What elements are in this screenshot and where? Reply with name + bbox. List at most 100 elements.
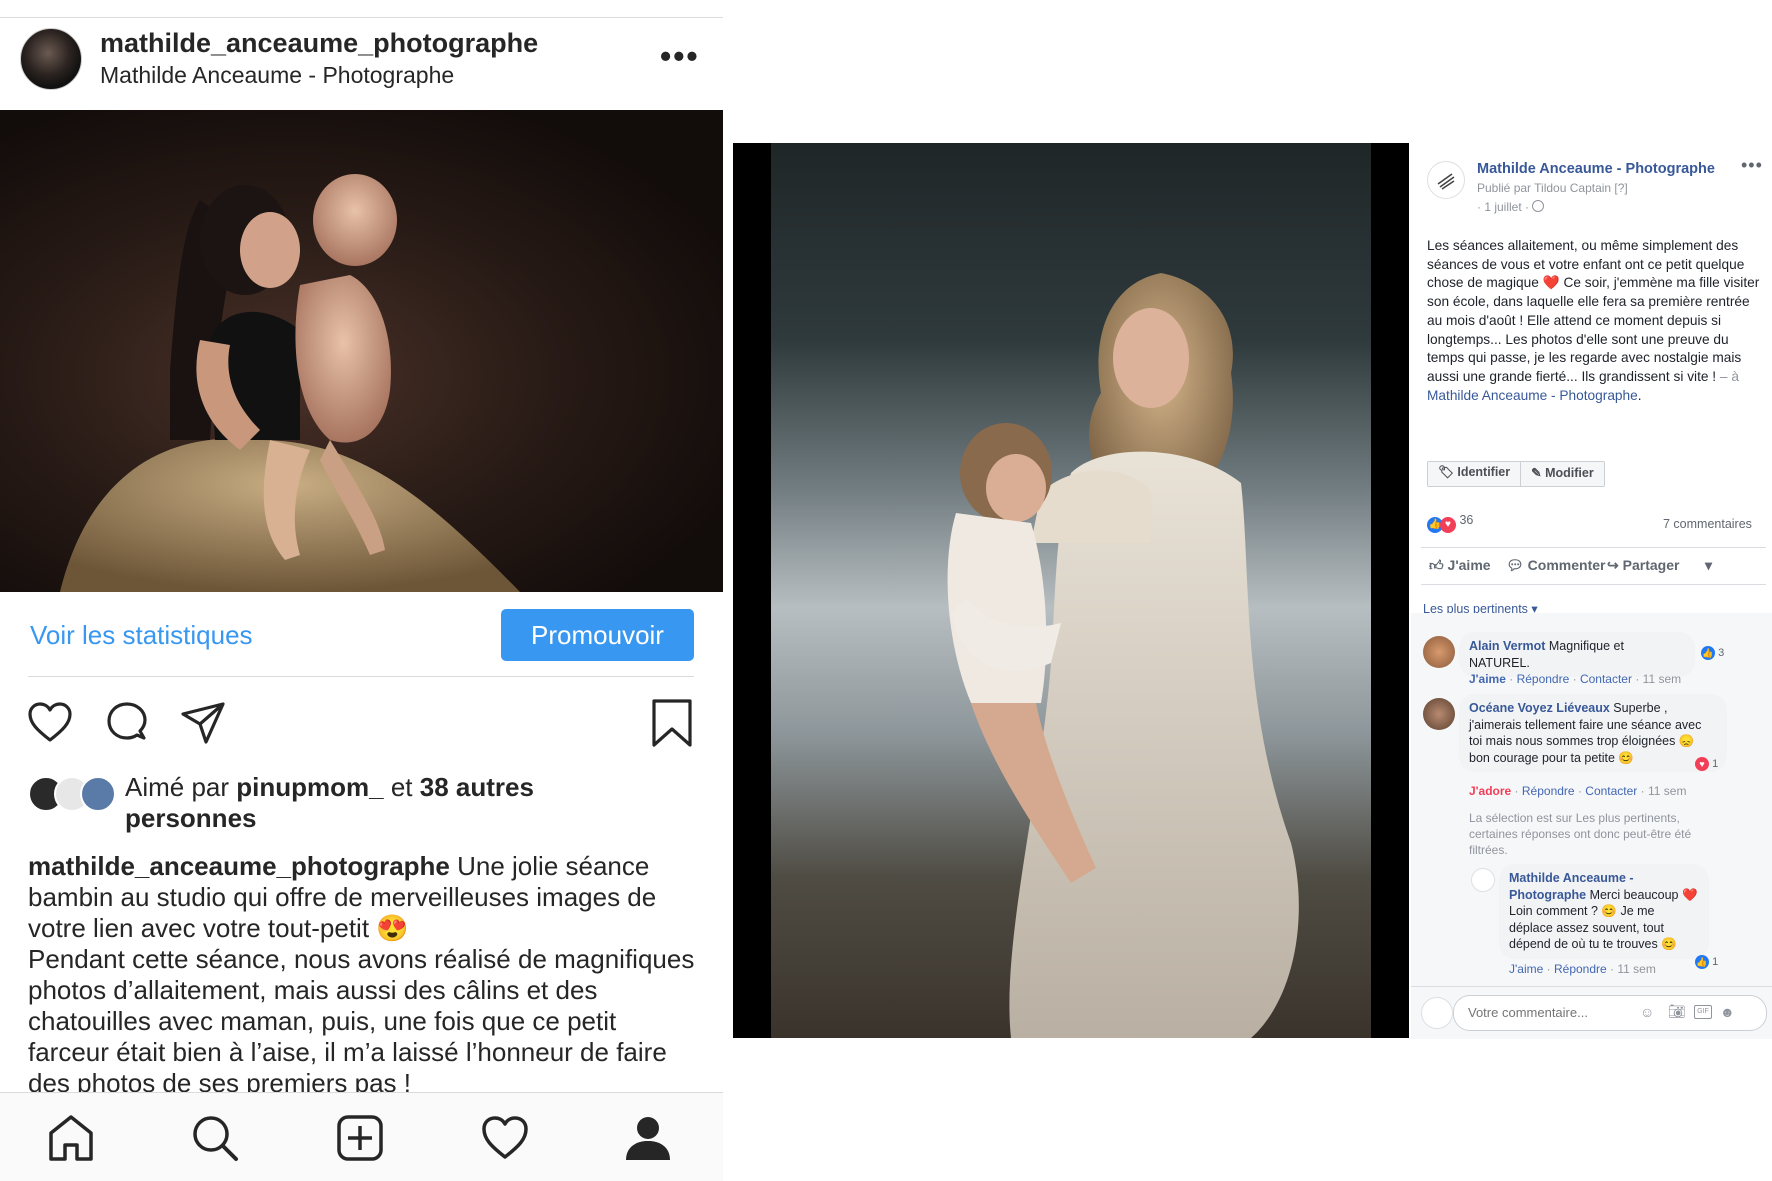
- comment-contact-link[interactable]: Contacter: [1580, 672, 1632, 686]
- comment-bubble: Océane Voyez Liéveaux Superbe , j'aimera…: [1459, 694, 1727, 772]
- camera-icon[interactable]: 📷︎: [1668, 1003, 1686, 1020]
- published-by: Publié par Tildou Captain [?]: [1477, 181, 1628, 195]
- reply-time[interactable]: 11 sem: [1617, 962, 1655, 976]
- post-suffix: – à: [1716, 368, 1739, 384]
- breastfeeding-photo: [947, 273, 1299, 1038]
- more-options-icon[interactable]: •••: [660, 38, 700, 75]
- divider: [0, 17, 723, 18]
- comment-actions: J'aime · Répondre · Contacter · 11 sem: [1469, 672, 1682, 686]
- comment-input-wrapper: ☺ 📷︎ GIF ☻: [1453, 995, 1767, 1031]
- like-button[interactable]: 👍︎ J'aime: [1429, 557, 1491, 574]
- gif-icon[interactable]: GIF: [1694, 1005, 1712, 1019]
- profile-icon[interactable]: [623, 1113, 673, 1163]
- reply-like-link[interactable]: J'aime: [1509, 962, 1543, 976]
- tagged-page-link[interactable]: Mathilde Anceaume - Photographe: [1427, 388, 1638, 403]
- post-edit-buttons: 🏷 Identifier ✎ Modifier: [1427, 461, 1605, 487]
- post-date: · 1 juillet ·: [1477, 200, 1545, 214]
- post-action-bar: 👍︎ J'aime 💬︎ Commenter ↪ Partager ▾: [1421, 547, 1766, 585]
- avatar[interactable]: [1423, 636, 1455, 668]
- liker-avatars[interactable]: [28, 776, 118, 812]
- more-options-icon[interactable]: •••: [1741, 155, 1763, 176]
- share-label: Partager: [1622, 557, 1680, 573]
- comment-icon: 💬︎: [1506, 557, 1528, 573]
- post-photo[interactable]: [771, 143, 1371, 1038]
- post-display-name: Mathilde Anceaume - Photographe: [100, 62, 455, 88]
- likes-prefix: Aimé par: [125, 772, 237, 802]
- avatar: [1421, 997, 1453, 1029]
- reply-actions: J'aime · Répondre · 11 sem: [1509, 962, 1656, 976]
- filter-note: La sélection est sur Les plus pertinents…: [1469, 811, 1692, 857]
- comment-time[interactable]: 11 sem: [1648, 784, 1686, 798]
- emoji-icon[interactable]: ☺: [1640, 1004, 1654, 1020]
- comment-bubble: Alain Vermot Magnifique et NATUREL.: [1459, 632, 1695, 677]
- post-username[interactable]: mathilde_anceaume_photographe: [100, 28, 538, 59]
- chevron-down-icon: ▾: [1705, 557, 1713, 573]
- reply-reply-link[interactable]: Répondre: [1554, 962, 1607, 976]
- post-end: .: [1637, 387, 1642, 403]
- comment-like-link[interactable]: J'aime: [1469, 672, 1506, 686]
- promote-button[interactable]: Promouvoir: [501, 609, 694, 661]
- comment-input[interactable]: [1466, 1004, 1640, 1021]
- comment-author[interactable]: Alain Vermot: [1469, 639, 1545, 653]
- comment-reaction-count: 1: [1712, 758, 1719, 770]
- avatar[interactable]: [1471, 868, 1495, 892]
- edit-button-label: Modifier: [1545, 466, 1594, 480]
- comment-reply-link[interactable]: Répondre: [1517, 672, 1570, 686]
- comment-button[interactable]: 💬︎ Commenter: [1506, 557, 1605, 574]
- page-logo-icon: [1437, 173, 1455, 190]
- heart-icon[interactable]: [27, 700, 73, 746]
- sticker-icon[interactable]: ☻: [1720, 1004, 1735, 1020]
- tag-button[interactable]: 🏷 Identifier: [1428, 462, 1520, 486]
- comment-reaction[interactable]: ♥ 1: [1695, 757, 1718, 771]
- search-icon[interactable]: [190, 1113, 240, 1163]
- comment-actions: J'adore · Répondre · Contacter · 11 sem: [1469, 784, 1687, 798]
- comment-count[interactable]: 7 commentaires: [1663, 517, 1752, 531]
- likes-middle: et: [383, 772, 420, 802]
- reaction-summary[interactable]: 👍 ♥ 36: [1427, 513, 1473, 533]
- avatar[interactable]: [1423, 698, 1455, 730]
- comment-time[interactable]: 11 sem: [1643, 672, 1681, 686]
- comment-label: Commenter: [1527, 557, 1606, 573]
- home-icon[interactable]: [46, 1113, 96, 1163]
- divider: [28, 676, 694, 677]
- share-icon[interactable]: [180, 700, 226, 746]
- comment-icon[interactable]: [104, 700, 150, 746]
- reply-reaction[interactable]: 👍 1: [1695, 955, 1718, 969]
- tag-icon: 🏷: [1438, 465, 1458, 479]
- likes-summary[interactable]: Aimé par pinupmom_ et 38 autres personne…: [125, 772, 645, 834]
- post-text: Les séances allaitement, ou même simplem…: [1427, 237, 1762, 405]
- post-sidebar: Mathilde Anceaume - Photographe Publié p…: [1411, 143, 1772, 1039]
- share-button[interactable]: ↪ Partager: [1607, 557, 1679, 574]
- audience-selector[interactable]: ▾: [1705, 557, 1712, 574]
- edit-button[interactable]: ✎ Modifier: [1520, 462, 1604, 486]
- post-photo[interactable]: [0, 110, 723, 592]
- comment-reply-link[interactable]: Répondre: [1522, 784, 1575, 798]
- thumbs-up-icon: 👍︎: [1429, 557, 1448, 573]
- photo-viewer: [733, 143, 1409, 1038]
- comment-contact-link[interactable]: Contacter: [1585, 784, 1637, 798]
- view-statistics-link[interactable]: Voir les statistiques: [30, 620, 253, 651]
- like-reaction-icon: 👍: [1695, 955, 1709, 969]
- comment-composer: ☺ 📷︎ GIF ☻: [1411, 986, 1772, 1039]
- post-date-text[interactable]: · 1 juillet ·: [1477, 200, 1529, 214]
- comment-reaction-count: 3: [1718, 647, 1725, 659]
- caption-username[interactable]: mathilde_anceaume_photographe: [28, 851, 450, 881]
- like-reaction-icon: 👍: [1701, 646, 1715, 660]
- post-body: Les séances allaitement, ou même simplem…: [1427, 238, 1760, 384]
- avatar[interactable]: [20, 28, 82, 90]
- new-post-icon[interactable]: [335, 1113, 385, 1163]
- comment-love-link[interactable]: J'adore: [1469, 784, 1511, 798]
- globe-icon: [1532, 200, 1545, 212]
- comment-reaction[interactable]: 👍 3: [1701, 646, 1724, 660]
- bookmark-icon[interactable]: [650, 698, 694, 748]
- activity-heart-icon[interactable]: [480, 1113, 530, 1163]
- tag-button-label: Identifier: [1457, 465, 1511, 479]
- facebook-post-viewer: Mathilde Anceaume - Photographe Publié p…: [733, 143, 1772, 1039]
- love-reaction-icon: ♥: [1695, 757, 1709, 771]
- like-label: J'aime: [1447, 557, 1491, 573]
- page-name-link[interactable]: Mathilde Anceaume - Photographe: [1477, 161, 1715, 177]
- mother-child-photo: [60, 174, 520, 592]
- comment-author[interactable]: Océane Voyez Liéveaux: [1469, 701, 1610, 715]
- liker-username[interactable]: pinupmom_: [236, 772, 383, 802]
- page-avatar[interactable]: [1427, 161, 1465, 199]
